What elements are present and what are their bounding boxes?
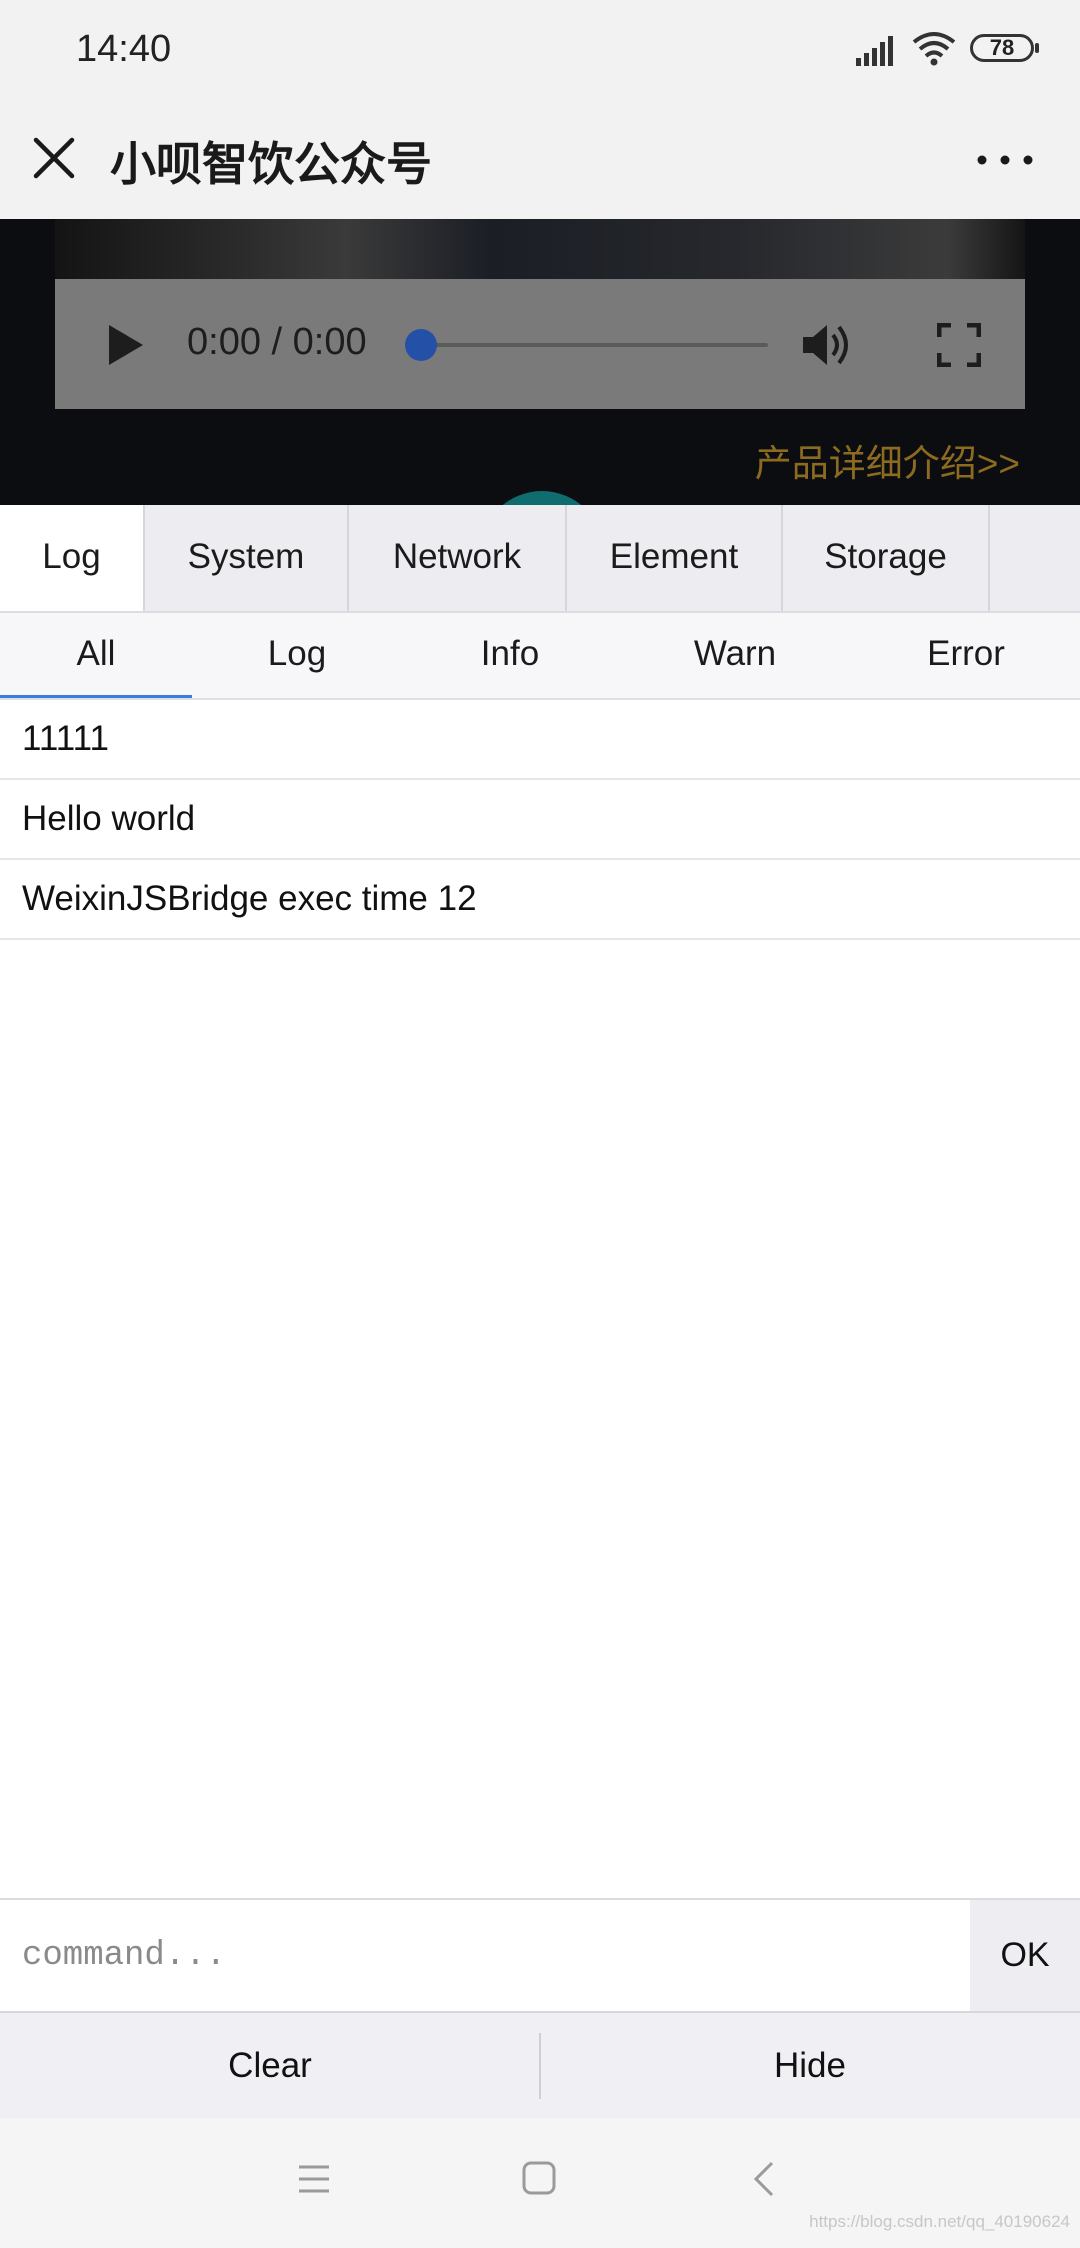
ok-button[interactable]: OK <box>970 1900 1080 2011</box>
signal-icon <box>856 36 893 66</box>
more-icon[interactable] <box>970 140 1040 180</box>
fullscreen-icon[interactable] <box>937 323 981 367</box>
play-icon[interactable] <box>105 323 145 367</box>
battery-indicator: 78 <box>970 34 1039 62</box>
wifi-icon <box>912 32 956 66</box>
product-details-link[interactable]: 产品详细介绍>> <box>755 433 1020 487</box>
tab-system[interactable]: System <box>145 505 349 611</box>
log-entry: WeixinJSBridge exec time 12 <box>0 860 1080 940</box>
decorative-circle <box>480 491 604 505</box>
filter-error[interactable]: Error <box>852 613 1080 698</box>
tab-storage[interactable]: Storage <box>783 505 990 611</box>
watermark: https://blog.csdn.net/qq_40190624 <box>809 2212 1070 2231</box>
log-entry: 11111 <box>0 700 1080 780</box>
status-time: 14:40 <box>76 28 172 70</box>
bottom-actions: Clear Hide <box>0 2011 1080 2118</box>
clear-button[interactable]: Clear <box>0 2013 540 2118</box>
tab-log[interactable]: Log <box>0 505 145 611</box>
filter-all[interactable]: All <box>0 613 192 698</box>
video-progress-track[interactable] <box>420 343 768 347</box>
title-bar: 小呗智饮公众号 <box>0 100 1080 219</box>
log-entry: Hello world <box>0 780 1080 860</box>
hide-button[interactable]: Hide <box>540 2013 1080 2118</box>
command-bar: OK <box>0 1898 1080 2011</box>
tab-network[interactable]: Network <box>349 505 567 611</box>
command-input[interactable] <box>0 1900 970 2011</box>
filter-log[interactable]: Log <box>192 613 402 698</box>
main-tabs: Log System Network Element Storage <box>0 505 1080 613</box>
tab-element[interactable]: Element <box>567 505 783 611</box>
home-icon[interactable] <box>521 2160 557 2196</box>
video-progress-thumb[interactable] <box>405 329 437 361</box>
video-player-controls: 0:00 / 0:00 <box>55 279 1025 409</box>
log-filter-tabs: All Log Info Warn Error <box>0 613 1080 700</box>
banner-image <box>55 219 1025 279</box>
page-title: 小呗智饮公众号 <box>110 138 432 190</box>
menu-icon[interactable] <box>297 2162 331 2196</box>
close-icon[interactable] <box>26 130 82 186</box>
back-icon[interactable] <box>752 2160 776 2198</box>
video-time: 0:00 / 0:00 <box>187 321 367 363</box>
banner: 0:00 / 0:00 产品详细介绍>> <box>0 219 1080 505</box>
filter-info[interactable]: Info <box>402 613 618 698</box>
volume-icon[interactable] <box>799 317 855 373</box>
filter-warn[interactable]: Warn <box>618 613 852 698</box>
status-bar: 14:40 78 <box>0 0 1080 100</box>
